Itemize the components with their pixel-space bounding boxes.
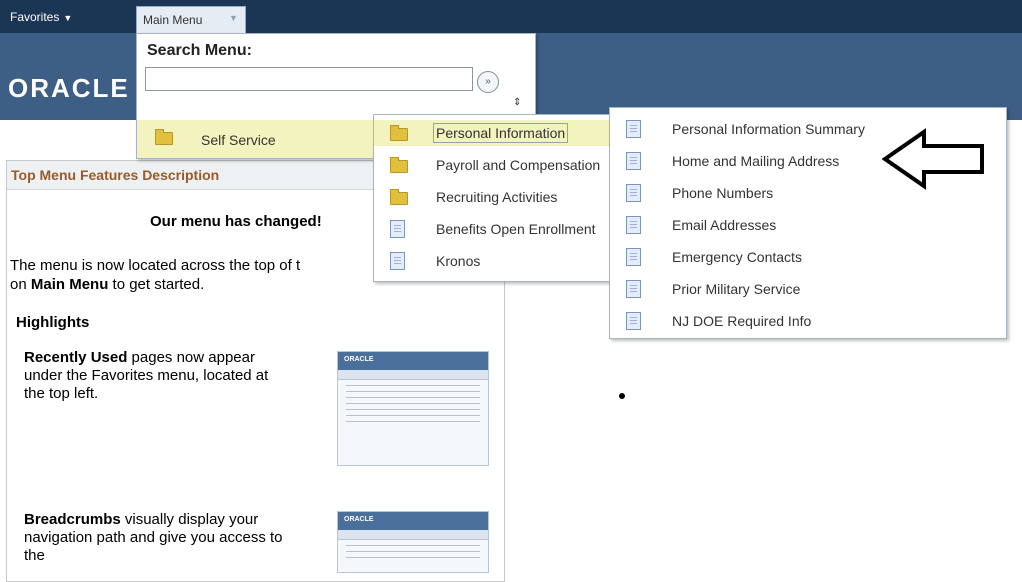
menu-item-email-addresses[interactable]: Email Addresses	[610, 210, 1006, 240]
intro-line2-a: on	[10, 276, 31, 293]
menu-item-recruiting-activities[interactable]: Recruiting Activities	[374, 184, 614, 210]
sort-arrows-icon[interactable]: ⇕	[513, 97, 521, 108]
menu-item-prior-military-service[interactable]: Prior Military Service	[610, 274, 1006, 304]
favorites-label: Favorites	[10, 10, 60, 24]
favorites-menu[interactable]: Favorites ▼	[10, 10, 72, 24]
document-icon	[390, 252, 405, 270]
main-menu-label: Main Menu	[143, 13, 203, 27]
search-go-button[interactable]: »	[477, 71, 499, 93]
document-icon	[626, 248, 641, 266]
intro-text: The menu is now located across the top o…	[10, 256, 300, 294]
menu-changed-heading: Our menu has changed!	[150, 213, 322, 230]
top-nav-bar: Favorites ▼ Main Menu ▼	[0, 0, 1022, 33]
recently-used-bold: Recently Used	[24, 349, 128, 366]
menu-item-label: Personal Information	[433, 123, 569, 143]
bullet-dot	[619, 393, 625, 399]
panel-title: Top Menu Features Description	[11, 167, 220, 183]
document-icon	[626, 312, 641, 330]
document-icon	[626, 216, 641, 234]
menu-item-label: Kronos	[436, 253, 481, 269]
search-menu-input[interactable]	[145, 67, 473, 91]
menu-item-label: NJ DOE Required Info	[672, 313, 812, 329]
thumbnail-logo: ORACLE	[338, 352, 488, 370]
document-icon	[626, 184, 641, 202]
breadcrumbs-bold: Breadcrumbs	[24, 511, 121, 528]
folder-icon	[390, 125, 408, 141]
document-icon	[390, 220, 405, 238]
menu-item-label: Personal Information Summary	[672, 121, 865, 137]
chevron-down-icon: ▼	[229, 13, 238, 23]
folder-icon	[390, 157, 408, 173]
highlights-heading: Highlights	[16, 314, 90, 331]
menu-item-personal-information[interactable]: Personal Information	[374, 120, 614, 146]
left-arrow-annotation-icon	[882, 128, 984, 190]
menu-item-label: Payroll and Compensation	[436, 157, 601, 173]
document-icon	[626, 120, 641, 138]
folder-icon	[155, 129, 173, 145]
menu-item-label: Benefits Open Enrollment	[436, 221, 596, 237]
self-service-submenu: Personal Information Payroll and Compens…	[373, 114, 615, 282]
intro-line2-b: to get started.	[108, 276, 205, 293]
menu-item-payroll-and-compensation[interactable]: Payroll and Compensation	[374, 152, 614, 178]
thumbnail-logo: ORACLE	[338, 512, 488, 530]
menu-item-label: Emergency Contacts	[672, 249, 802, 265]
menu-item-label: Self Service	[201, 132, 276, 148]
document-icon	[626, 152, 641, 170]
menu-item-nj-doe-required-info[interactable]: NJ DOE Required Info	[610, 306, 1006, 336]
menu-item-kronos[interactable]: Kronos	[374, 248, 614, 274]
menu-item-emergency-contacts[interactable]: Emergency Contacts	[610, 242, 1006, 272]
main-menu-tab[interactable]: Main Menu ▼	[136, 6, 246, 33]
menu-item-label: Email Addresses	[672, 217, 777, 233]
favorites-thumbnail-image: ORACLE	[337, 351, 489, 466]
oracle-logo: ORACLE	[8, 73, 130, 103]
breadcrumbs-description: Breadcrumbs visually display your naviga…	[24, 511, 284, 565]
menu-item-label: Prior Military Service	[672, 281, 801, 297]
menu-item-label: Recruiting Activities	[436, 189, 558, 205]
menu-item-label: Phone Numbers	[672, 185, 774, 201]
search-menu-label: Search Menu:	[147, 42, 252, 59]
intro-main-menu: Main Menu	[30, 276, 109, 293]
folder-icon	[390, 189, 408, 205]
recently-used-description: Recently Used pages now appear under the…	[24, 349, 284, 403]
menu-item-benefits-open-enrollment[interactable]: Benefits Open Enrollment	[374, 216, 614, 242]
menu-item-label: Home and Mailing Address	[672, 153, 840, 169]
chevron-down-icon: ▼	[63, 13, 73, 23]
document-icon	[626, 280, 641, 298]
intro-line1: The menu is now located across the top o…	[10, 257, 301, 274]
breadcrumbs-thumbnail-image: ORACLE	[337, 511, 489, 573]
